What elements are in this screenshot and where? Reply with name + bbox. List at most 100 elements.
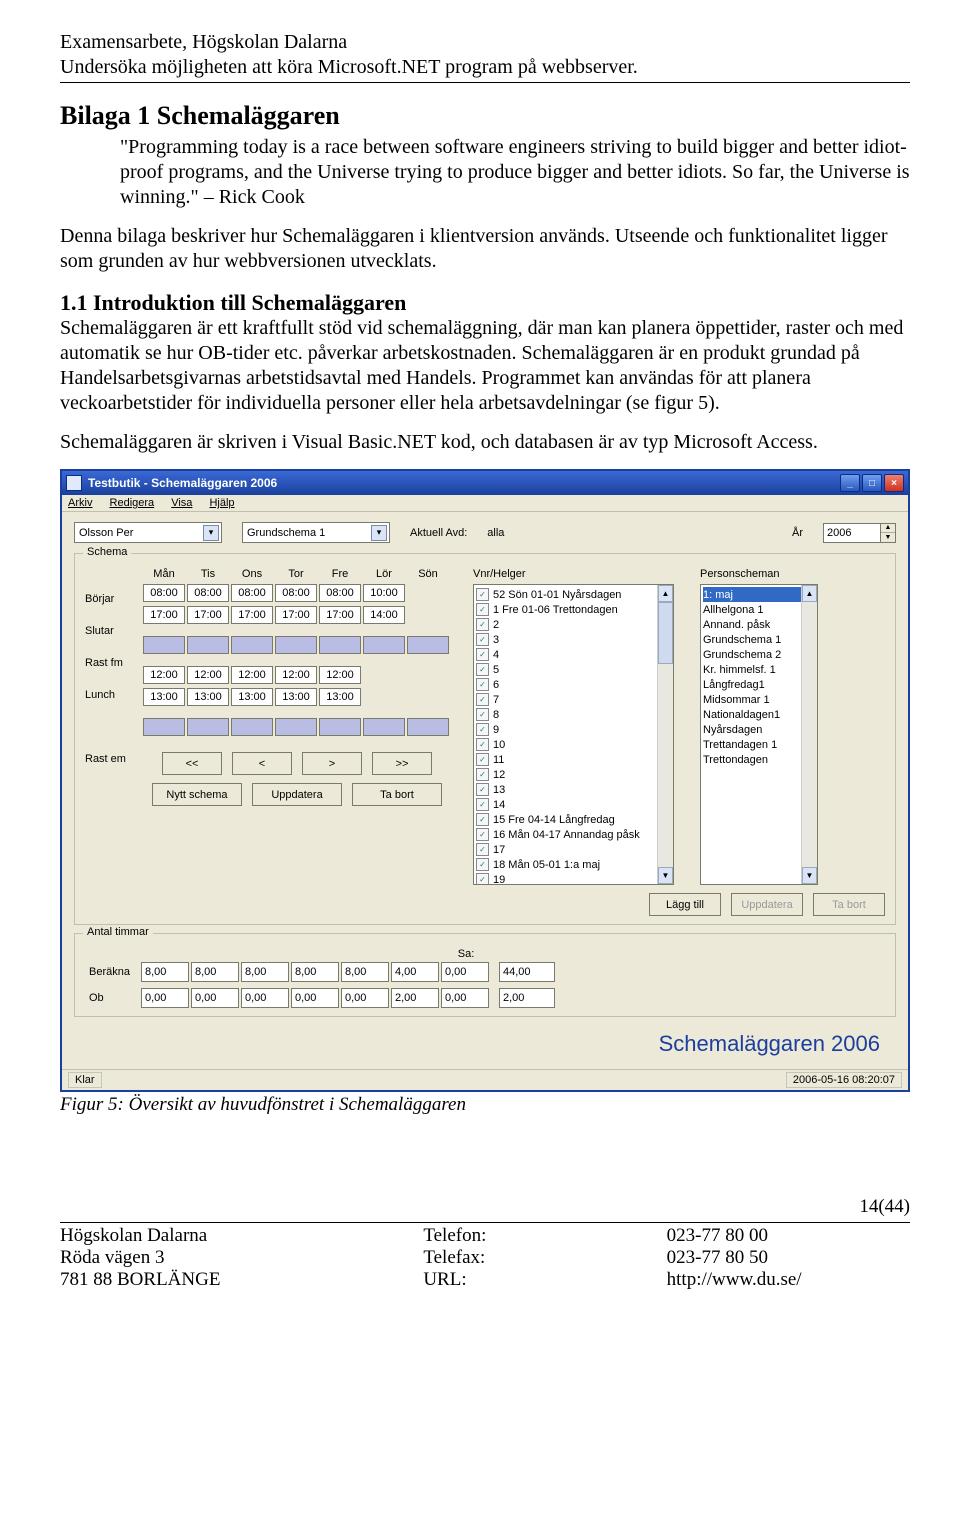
delete-button-2[interactable]: Ta bort xyxy=(813,893,885,916)
spinner-down-icon[interactable]: ▼ xyxy=(881,533,895,542)
schedule-cell[interactable] xyxy=(231,718,273,736)
menu-arkiv[interactable]: Arkiv xyxy=(68,497,92,509)
schedule-cell[interactable]: 17:00 xyxy=(187,606,229,624)
list-item[interactable]: ✓2 xyxy=(476,617,671,632)
checkbox[interactable]: ✓ xyxy=(476,603,489,616)
checkbox[interactable]: ✓ xyxy=(476,843,489,856)
schedule-cell[interactable]: 08:00 xyxy=(187,584,229,602)
schema-combo[interactable]: Grundschema 1 ▾ xyxy=(242,522,390,543)
list-item[interactable]: Nyårsdagen xyxy=(703,722,815,737)
list-item[interactable]: ✓12 xyxy=(476,767,671,782)
list-item[interactable]: Kr. himmelsf. 1 xyxy=(703,662,815,677)
schedule-cell[interactable] xyxy=(187,718,229,736)
schedule-cell[interactable]: 12:00 xyxy=(319,666,361,684)
schedule-cell[interactable]: 17:00 xyxy=(231,606,273,624)
list-item[interactable]: ✓5 xyxy=(476,662,671,677)
schedule-cell[interactable]: 13:00 xyxy=(275,688,317,706)
list-item[interactable]: ✓9 xyxy=(476,722,671,737)
hours-cell[interactable]: 8,00 xyxy=(141,962,189,982)
list-item[interactable]: ✓8 xyxy=(476,707,671,722)
hours-cell[interactable]: 4,00 xyxy=(391,962,439,982)
list-item[interactable]: ✓7 xyxy=(476,692,671,707)
hours-cell[interactable]: 8,00 xyxy=(191,962,239,982)
list-item[interactable]: ✓3 xyxy=(476,632,671,647)
schedule-cell[interactable]: 12:00 xyxy=(187,666,229,684)
spinner-up-icon[interactable]: ▲ xyxy=(881,524,895,534)
hours-cell[interactable]: 0,00 xyxy=(241,988,289,1008)
person-listbox[interactable]: 1: majAllhelgona 1Annand. påskGrundschem… xyxy=(700,584,818,885)
menu-visa[interactable]: Visa xyxy=(171,497,192,509)
checkbox[interactable]: ✓ xyxy=(476,633,489,646)
list-item[interactable]: ✓17 xyxy=(476,842,671,857)
checkbox[interactable]: ✓ xyxy=(476,723,489,736)
person-combo[interactable]: Olsson Per ▾ xyxy=(74,522,222,543)
add-button[interactable]: Lägg till xyxy=(649,893,721,916)
checkbox[interactable]: ✓ xyxy=(476,768,489,781)
scrollbar[interactable]: ▲ ▼ xyxy=(657,585,673,884)
scroll-up-icon[interactable]: ▲ xyxy=(802,585,817,602)
list-item[interactable]: Grundschema 1 xyxy=(703,632,815,647)
nav-next-button[interactable]: > xyxy=(302,752,362,775)
schedule-cell[interactable] xyxy=(407,718,449,736)
checkbox[interactable]: ✓ xyxy=(476,813,489,826)
checkbox[interactable]: ✓ xyxy=(476,678,489,691)
hours-cell[interactable]: 8,00 xyxy=(291,962,339,982)
list-item[interactable]: Grundschema 2 xyxy=(703,647,815,662)
scroll-down-icon[interactable]: ▼ xyxy=(658,867,673,884)
menu-redigera[interactable]: Redigera xyxy=(110,497,155,509)
schedule-cell[interactable]: 17:00 xyxy=(143,606,185,624)
schedule-cell[interactable]: 13:00 xyxy=(231,688,273,706)
schedule-cell[interactable] xyxy=(143,718,185,736)
checkbox[interactable]: ✓ xyxy=(476,648,489,661)
maximize-button[interactable]: □ xyxy=(862,474,882,492)
list-item[interactable]: ✓1 Fre 01-06 Trettondagen xyxy=(476,602,671,617)
list-item[interactable]: ✓19 xyxy=(476,872,671,885)
checkbox[interactable]: ✓ xyxy=(476,783,489,796)
list-item[interactable]: Trettandagen 1 xyxy=(703,737,815,752)
schedule-cell[interactable]: 14:00 xyxy=(363,606,405,624)
hours-cell[interactable]: 0,00 xyxy=(141,988,189,1008)
checkbox[interactable]: ✓ xyxy=(476,798,489,811)
scrollbar[interactable]: ▲ ▼ xyxy=(801,585,817,884)
schedule-cell[interactable]: 08:00 xyxy=(319,584,361,602)
list-item[interactable]: ✓18 Mån 05-01 1:a maj xyxy=(476,857,671,872)
nav-last-button[interactable]: >> xyxy=(372,752,432,775)
hours-cell[interactable]: 2,00 xyxy=(391,988,439,1008)
checkbox[interactable]: ✓ xyxy=(476,873,489,885)
list-item[interactable]: Långfredag1 xyxy=(703,677,815,692)
checkbox[interactable]: ✓ xyxy=(476,708,489,721)
hours-cell[interactable]: 44,00 xyxy=(499,962,555,982)
schedule-cell[interactable]: 13:00 xyxy=(319,688,361,706)
nav-prev-button[interactable]: < xyxy=(232,752,292,775)
list-item[interactable]: ✓15 Fre 04-14 Långfredag xyxy=(476,812,671,827)
schedule-cell[interactable] xyxy=(187,636,229,654)
checkbox[interactable]: ✓ xyxy=(476,588,489,601)
list-item[interactable]: Allhelgona 1 xyxy=(703,602,815,617)
checkbox[interactable]: ✓ xyxy=(476,738,489,751)
hours-cell[interactable]: 0,00 xyxy=(441,988,489,1008)
list-item[interactable]: ✓16 Mån 04-17 Annandag påsk xyxy=(476,827,671,842)
schedule-cell[interactable] xyxy=(363,718,405,736)
schedule-cell[interactable] xyxy=(319,636,361,654)
list-item[interactable]: ✓52 Sön 01-01 Nyårsdagen xyxy=(476,587,671,602)
hours-cell[interactable]: 0,00 xyxy=(341,988,389,1008)
checkbox[interactable]: ✓ xyxy=(476,858,489,871)
hours-cell[interactable]: 8,00 xyxy=(241,962,289,982)
hours-cell[interactable]: 2,00 xyxy=(499,988,555,1008)
schedule-cell[interactable] xyxy=(363,636,405,654)
checkbox[interactable]: ✓ xyxy=(476,663,489,676)
list-item[interactable]: Trettondagen xyxy=(703,752,815,767)
schedule-cell[interactable]: 17:00 xyxy=(275,606,317,624)
schedule-cell[interactable]: 13:00 xyxy=(187,688,229,706)
list-item[interactable]: ✓4 xyxy=(476,647,671,662)
hours-cell[interactable]: 0,00 xyxy=(191,988,239,1008)
list-item[interactable]: Annand. påsk xyxy=(703,617,815,632)
hours-cell[interactable]: 0,00 xyxy=(441,962,489,982)
schedule-cell[interactable]: 08:00 xyxy=(231,584,273,602)
checkbox[interactable]: ✓ xyxy=(476,618,489,631)
schedule-cell[interactable]: 12:00 xyxy=(231,666,273,684)
schedule-cell[interactable] xyxy=(275,718,317,736)
schedule-cell[interactable] xyxy=(143,636,185,654)
hours-cell[interactable]: 8,00 xyxy=(341,962,389,982)
list-item[interactable]: ✓6 xyxy=(476,677,671,692)
